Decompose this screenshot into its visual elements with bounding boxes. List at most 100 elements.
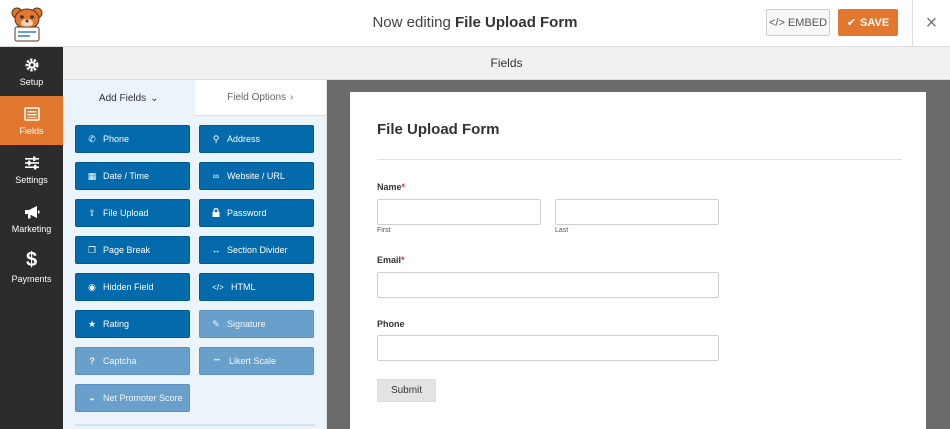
star-icon: ★ xyxy=(87,318,97,329)
tab-add-fields[interactable]: Add Fields ⌄ xyxy=(63,80,195,116)
copy-icon: ❐ xyxy=(87,244,97,255)
phone-icon: ✆ xyxy=(88,133,96,144)
arrows-h-icon: ↔ xyxy=(211,245,221,255)
field-button-password[interactable]: Password xyxy=(199,199,314,227)
field-button-label: Hidden Field xyxy=(103,282,154,292)
code-icon: </> xyxy=(212,282,224,292)
field-button-phone[interactable]: ✆ Phone xyxy=(75,125,190,153)
editing-prefix: Now editing xyxy=(372,14,451,31)
pencil-icon: ✎ xyxy=(212,318,220,329)
gear-icon xyxy=(25,58,38,71)
sidebar-item-setup[interactable]: Setup xyxy=(0,47,63,96)
embed-label: EMBED xyxy=(787,16,828,29)
close-icon: × xyxy=(925,12,938,34)
sliders-icon xyxy=(24,156,39,169)
field-button-html[interactable]: </> HTML xyxy=(199,273,314,301)
lock-icon xyxy=(211,207,221,219)
question-circle-icon: ? xyxy=(89,356,95,366)
sidebar-item-label: Setup xyxy=(19,76,44,87)
dollar-icon: $ xyxy=(25,248,38,271)
field-button-address[interactable]: ⚲ Address xyxy=(199,125,314,153)
field-button-rating[interactable]: ★ Rating xyxy=(75,310,190,338)
chevron-down-icon: ⌄ xyxy=(150,92,159,104)
code-icon: </> xyxy=(768,16,785,29)
name-label-text: Name xyxy=(377,182,402,192)
field-button-captcha[interactable]: ? Captcha xyxy=(75,347,190,375)
field-button-likert-scale[interactable]: ••• Likert Scale xyxy=(199,347,314,375)
field-button-label: Address xyxy=(227,134,261,144)
tab-label: Add Fields xyxy=(98,92,147,104)
save-button[interactable]: ✔ SAVE xyxy=(838,9,898,36)
field-button-date-time[interactable]: ▦ Date / Time xyxy=(75,162,190,190)
sidebar-item-settings[interactable]: Settings xyxy=(0,145,63,194)
email-label-text: Email xyxy=(377,255,402,265)
field-button-label: HTML xyxy=(231,282,256,292)
panel-divider xyxy=(75,424,315,426)
panel-tabs: Add Fields ⌄ Field Options › xyxy=(63,80,326,116)
tab-label: Field Options xyxy=(227,92,287,103)
field-button-section-divider[interactable]: ↔ Section Divider xyxy=(199,236,314,264)
field-button-net-promoter-score[interactable]: ◒ Net Promoter Score xyxy=(75,384,190,412)
field-button-page-break[interactable]: ❐ Page Break xyxy=(75,236,190,264)
email-label: Email* xyxy=(377,255,405,265)
form-divider xyxy=(377,159,902,160)
phone-input[interactable] xyxy=(377,335,719,361)
name-label: Name* xyxy=(377,182,405,192)
sidebar-item-label: Payments xyxy=(11,273,52,284)
embed-button[interactable]: </> EMBED xyxy=(766,9,830,36)
upload-icon: ⇪ xyxy=(88,207,96,218)
field-button-hidden-field[interactable]: ◉ Hidden Field xyxy=(75,273,190,301)
link-icon: ∞ xyxy=(212,171,220,181)
list-icon xyxy=(23,106,40,121)
sidebar-item-fields[interactable]: Fields xyxy=(0,96,63,145)
field-buttons-grid: ✆ Phone ⚲ Address ▦ Date / Time ∞ Websit… xyxy=(75,125,315,412)
ellipsis-icon: ••• xyxy=(213,358,221,364)
sidebar-item-marketing[interactable]: Marketing xyxy=(0,194,63,243)
fields-panel: Add Fields ⌄ Field Options › ✆ Phone ⚲ A… xyxy=(63,80,327,429)
last-name-input[interactable] xyxy=(555,199,719,225)
chevron-right-icon: › xyxy=(290,92,294,103)
field-button-file-upload[interactable]: ⇪ File Upload xyxy=(75,199,190,227)
field-button-label: Captcha xyxy=(103,356,137,366)
tab-field-options[interactable]: Field Options › xyxy=(194,80,326,116)
phone-label: Phone xyxy=(377,319,405,329)
field-button-signature[interactable]: ✎ Signature xyxy=(199,310,314,338)
calendar-icon: ▦ xyxy=(87,170,97,181)
field-button-label: Password xyxy=(227,208,267,218)
email-input[interactable] xyxy=(377,272,719,298)
field-button-label: Likert Scale xyxy=(229,356,277,366)
sidebar-item-label: Marketing xyxy=(11,223,52,234)
checkmark-icon: ✔ xyxy=(846,17,857,29)
last-sublabel: Last xyxy=(555,227,569,234)
field-button-label: Signature xyxy=(227,319,266,329)
field-button-label: Page Break xyxy=(103,245,151,255)
fields-section-header: Fields xyxy=(63,47,950,80)
submit-label: Submit xyxy=(390,385,423,396)
fields-header-title: Fields xyxy=(490,56,523,70)
form-preview-card: File Upload Form Name* First Last Email*… xyxy=(350,92,926,429)
field-button-label: Phone xyxy=(103,134,130,144)
sidebar-item-payments[interactable]: $ Payments xyxy=(0,243,63,292)
required-marker: * xyxy=(401,182,406,192)
required-marker: * xyxy=(401,255,405,265)
submit-button[interactable]: Submit xyxy=(377,379,436,402)
left-sidebar: Setup Fields Settings Marketing $ Paymen… xyxy=(0,47,63,429)
form-title: File Upload Form xyxy=(377,121,500,138)
first-sublabel: First xyxy=(377,227,391,234)
save-label: SAVE xyxy=(860,16,890,29)
eye-slash-icon: ◉ xyxy=(88,281,96,292)
field-button-label: Website / URL xyxy=(227,171,285,181)
field-button-label: Net Promoter Score xyxy=(103,393,183,403)
map-pin-icon: ⚲ xyxy=(212,133,220,144)
field-button-label: Rating xyxy=(103,319,130,329)
field-button-label: Section Divider xyxy=(227,245,288,255)
field-button-label: Date / Time xyxy=(103,171,150,181)
field-button-label: File Upload xyxy=(103,208,149,218)
megaphone-icon xyxy=(24,205,39,218)
close-button[interactable]: × xyxy=(912,0,950,47)
first-name-input[interactable] xyxy=(377,199,541,225)
sidebar-item-label: Settings xyxy=(15,174,48,185)
sidebar-item-label: Fields xyxy=(19,125,44,136)
field-button-website-url[interactable]: ∞ Website / URL xyxy=(199,162,314,190)
top-bar: Now editing File Upload Form </> EMBED ✔… xyxy=(0,0,950,47)
